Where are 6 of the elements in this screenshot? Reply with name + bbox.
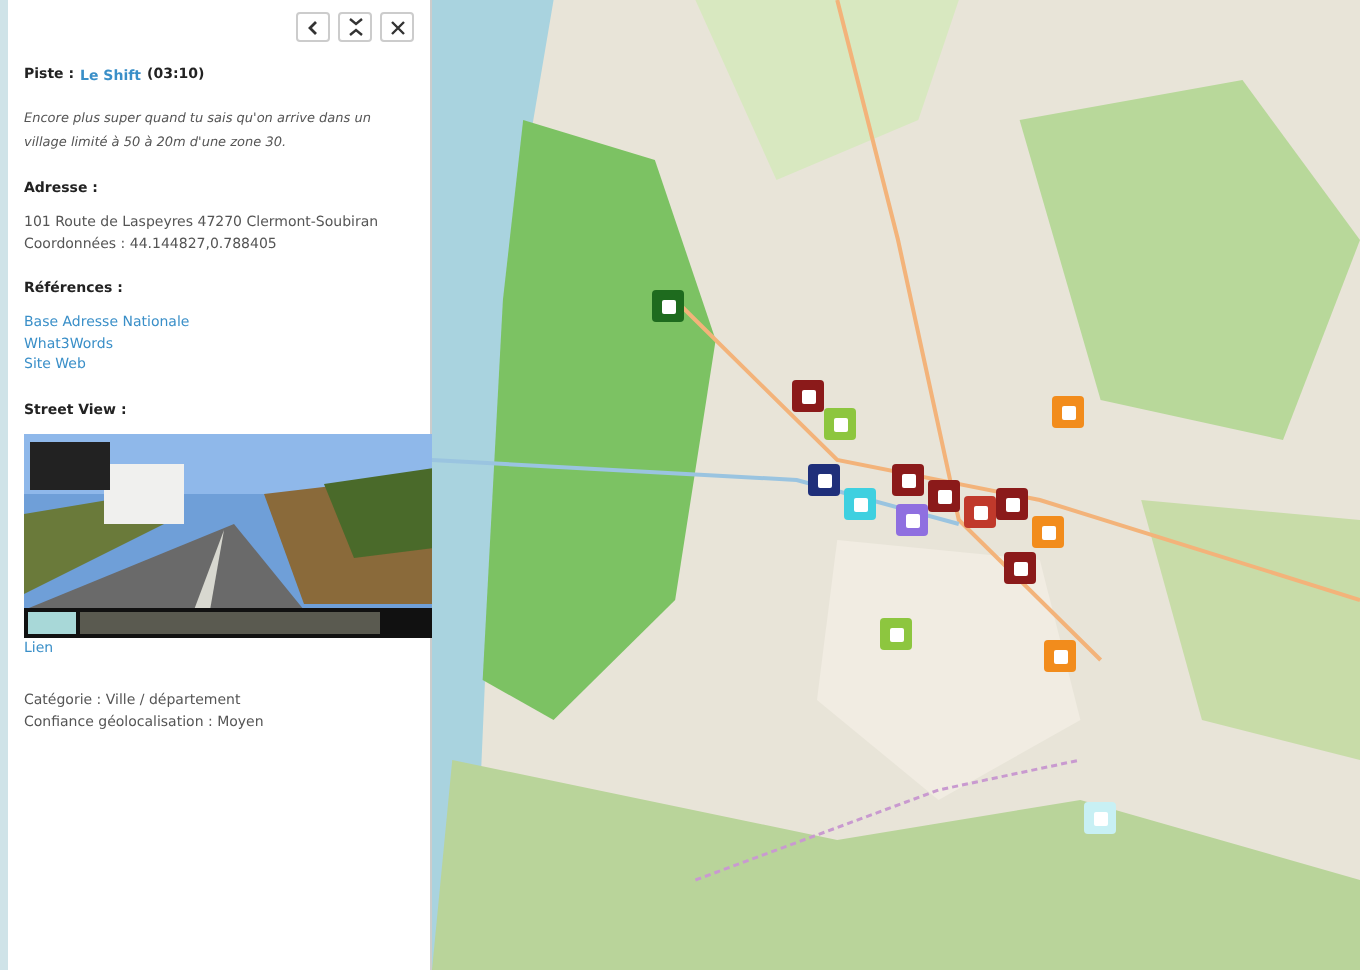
back-button[interactable] — [296, 12, 330, 42]
close-button[interactable] — [380, 12, 414, 42]
collapse-button[interactable] — [338, 12, 372, 42]
chevron-left-icon — [305, 19, 321, 35]
collapse-icon — [347, 18, 363, 36]
close-icon — [389, 19, 405, 35]
